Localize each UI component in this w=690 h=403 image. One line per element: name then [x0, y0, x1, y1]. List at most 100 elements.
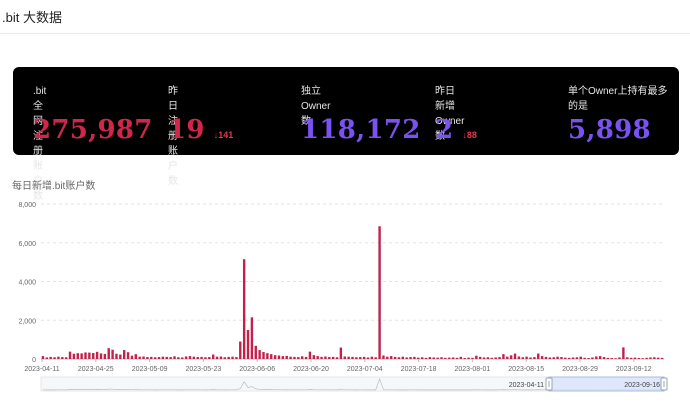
bar — [575, 357, 579, 359]
bar — [641, 358, 644, 359]
bar — [614, 358, 617, 359]
bar — [293, 356, 296, 359]
x-tick-label: 2023-08-15 — [508, 366, 544, 373]
bar — [115, 353, 118, 359]
bar — [382, 355, 385, 359]
bar — [45, 357, 48, 359]
bar — [304, 356, 308, 359]
stat-value: 118,172 — [301, 115, 421, 145]
bar — [482, 357, 486, 359]
bar — [525, 356, 528, 359]
bar — [591, 357, 594, 359]
bar — [359, 357, 362, 359]
daily-accounts-bar-chart: 02,0004,0006,0008,000 2023-04-11 2023-04-… — [18, 202, 668, 392]
x-tick-label: 2023-04-11 — [24, 366, 59, 373]
x-tick-label: 2023-08-29 — [562, 366, 598, 373]
top-bar: .bit 大数据 — [0, 0, 690, 34]
bar — [320, 356, 323, 359]
bar — [467, 357, 470, 359]
bar — [540, 356, 544, 359]
bar — [633, 357, 637, 359]
bar — [61, 357, 64, 359]
bar — [119, 354, 122, 359]
bar — [177, 357, 180, 359]
bar — [355, 357, 358, 359]
bar — [215, 356, 219, 359]
bar — [134, 354, 137, 359]
bar — [212, 354, 215, 359]
bar — [471, 357, 474, 359]
zoom-end-label: 2023-09-16 — [624, 382, 660, 389]
bar — [653, 357, 656, 359]
bar — [262, 352, 265, 359]
bar — [409, 357, 412, 359]
bar — [556, 356, 559, 359]
stats-panel: .bit全网注册账户数 275,987 昨日注册账户数 19 ↓141 独立Ow… — [13, 67, 679, 202]
stat-value: 2 — [435, 115, 454, 145]
bar — [335, 357, 339, 359]
bar — [506, 356, 509, 359]
bar — [200, 356, 203, 359]
bar — [564, 357, 567, 359]
bar — [165, 356, 168, 359]
bar — [297, 357, 300, 359]
bar — [92, 352, 95, 359]
stat-max-per-owner: 单个Owner上持有最多的是 5,898 — [568, 67, 668, 155]
bar — [273, 355, 277, 360]
bar — [378, 226, 381, 359]
bar — [479, 356, 482, 359]
bar — [370, 356, 374, 359]
bar — [568, 357, 571, 359]
bar — [157, 357, 161, 359]
bar — [72, 353, 76, 359]
bar — [622, 347, 625, 360]
y-tick-label: 8,000 — [18, 202, 36, 209]
bar — [339, 347, 343, 359]
bar — [417, 357, 420, 359]
bar — [448, 357, 451, 359]
bar — [602, 357, 606, 359]
bar — [95, 351, 99, 359]
x-axis: 2023-04-11 2023-04-25 2023-05-09 2023-05-23… — [24, 359, 652, 373]
x-tick-label: 2023-09-12 — [616, 366, 652, 373]
bar — [475, 355, 478, 359]
stat-value: 5,898 — [568, 115, 651, 145]
bar — [173, 356, 176, 359]
bar — [76, 353, 79, 359]
bar — [432, 357, 435, 359]
bar — [169, 357, 172, 359]
bar — [49, 356, 52, 359]
bar — [68, 351, 72, 359]
bar — [277, 355, 281, 359]
bar — [459, 356, 463, 359]
bar — [502, 354, 505, 359]
bar — [533, 357, 536, 359]
bar — [123, 350, 126, 359]
x-tick-label: 2023-07-04 — [347, 366, 383, 373]
bar — [57, 356, 60, 359]
y-tick-label: 6,000 — [18, 241, 36, 248]
bar — [289, 356, 292, 359]
bar — [242, 259, 246, 359]
bar — [99, 353, 103, 359]
bar — [490, 357, 493, 359]
stat-label: 单个Owner上持有最多的是 — [568, 86, 668, 112]
bar — [606, 357, 610, 359]
bar — [393, 356, 397, 359]
bar — [266, 353, 269, 359]
bar-series — [41, 226, 664, 360]
bar — [637, 358, 641, 359]
bar — [424, 357, 428, 359]
bar — [587, 358, 590, 359]
bar — [351, 356, 354, 359]
stat-delta: ↓141 — [213, 130, 234, 140]
bar — [153, 357, 157, 359]
bar — [254, 345, 257, 359]
bar — [544, 356, 548, 359]
bar — [618, 357, 621, 359]
bar — [451, 357, 455, 359]
bar — [413, 356, 416, 359]
bar — [312, 355, 315, 360]
bar — [196, 357, 199, 359]
bar — [463, 358, 466, 359]
